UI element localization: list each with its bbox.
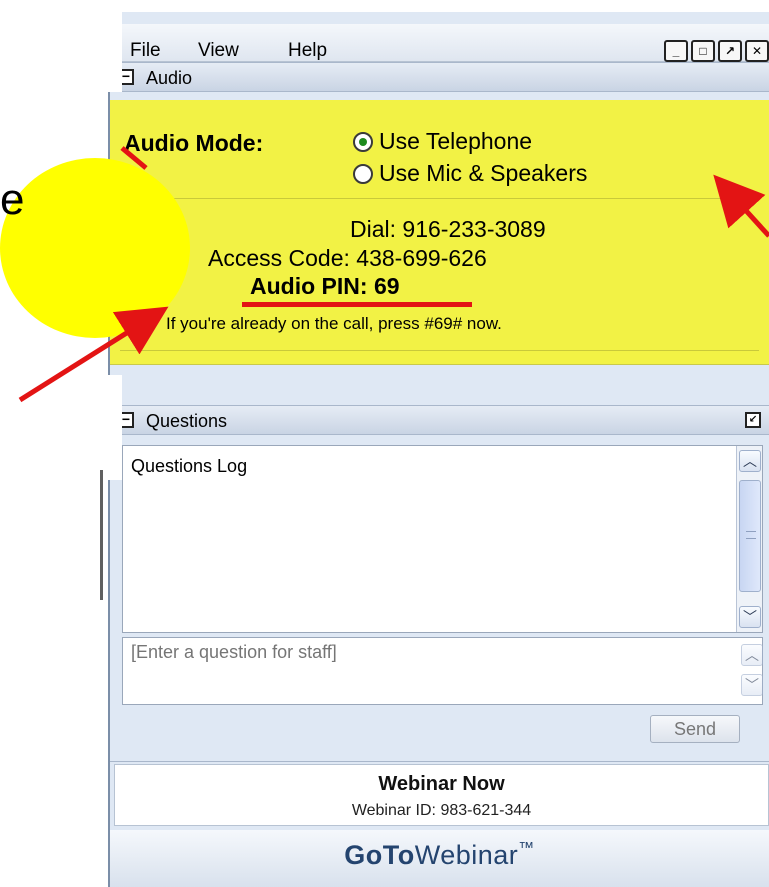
gotowebinar-logo: GoToWebinar™ (110, 830, 769, 887)
questions-bottom-border (110, 752, 769, 762)
thumb-grip-icon (746, 531, 756, 539)
questions-log[interactable]: Questions Log ︿ ﹀ (122, 445, 763, 633)
brand-text: GoToWebinar™ (344, 840, 535, 871)
slide-yellow-circle (0, 158, 190, 338)
menu-help[interactable]: Help (288, 40, 327, 62)
radio-checked-icon[interactable] (353, 131, 373, 152)
minimize-icon[interactable]: _ (664, 40, 688, 62)
webinar-id: Webinar ID: 983-621-344 (351, 802, 532, 819)
radio-mic-label: Use Mic & Speakers (379, 160, 588, 186)
popout-icon[interactable]: ↗ (718, 40, 742, 62)
brand-bold: GoTo (344, 840, 415, 870)
audio-section-title: Audio (146, 68, 193, 88)
maximize-icon[interactable]: □ (691, 40, 715, 62)
input-scroll-down-icon[interactable]: ﹀ (741, 674, 763, 696)
audio-section-header[interactable]: − Audio (110, 62, 769, 92)
access-code-row: Access Code: 438-699-626 (208, 245, 487, 272)
slide-partial-text: e (0, 175, 25, 224)
audio-pin-row: Audio PIN: 69 (250, 273, 400, 300)
slide-white-area-top (0, 12, 122, 92)
scroll-down-icon[interactable]: ﹀ (739, 606, 761, 628)
brand-tm: ™ (518, 840, 535, 857)
questions-section-header[interactable]: − Questions ↙ (110, 405, 769, 435)
input-scroll-up-icon[interactable]: ︿ (741, 644, 763, 666)
already-on-call-note: If you're already on the call, press #69… (166, 314, 502, 333)
pin-underline-annotation (242, 302, 472, 307)
scroll-up-icon[interactable]: ︿ (739, 450, 761, 472)
audio-mode-label: Audio Mode: (124, 130, 264, 156)
scroll-thumb[interactable] (739, 480, 761, 592)
close-icon[interactable]: ✕ (745, 40, 769, 62)
brand-rest: Webinar (414, 840, 519, 870)
input-scrollbar[interactable]: ︿ ﹀ (739, 642, 765, 702)
audio-panel: Audio Mode: Use Telephone Use Mic & Spea… (110, 100, 769, 365)
slide-vertical-line (100, 470, 103, 600)
menu-bar: File View Help _ □ ↗ ✕ (110, 24, 769, 62)
webinar-info: Webinar Now Webinar ID: 983-621-344 (114, 764, 769, 826)
radio-use-mic-speakers[interactable]: Use Mic & Speakers (353, 160, 587, 187)
audio-pin-value: 69 (373, 273, 400, 299)
menu-view[interactable]: View (198, 40, 239, 62)
slide-white-area (0, 375, 122, 480)
access-code-label: Access Code: (208, 245, 350, 271)
webinar-title: Webinar Now (378, 773, 505, 795)
audio-divider (120, 198, 759, 199)
popout-panel-icon[interactable]: ↙ (745, 412, 761, 428)
audio-pin-label: Audio PIN: (250, 273, 368, 299)
dial-row: Dial: 916-233-3089 (350, 216, 546, 243)
menu-file[interactable]: File (130, 40, 161, 62)
window-buttons: _ □ ↗ ✕ (664, 40, 769, 62)
audio-bottom-divider (120, 350, 759, 351)
radio-unchecked-icon[interactable] (353, 163, 373, 184)
access-code-value: 438-699-626 (356, 245, 487, 271)
questions-section-title: Questions (146, 411, 228, 431)
gotowebinar-control-panel: File View Help _ □ ↗ ✕ − Audio Audio Mod… (108, 12, 769, 887)
radio-telephone-label: Use Telephone (379, 128, 533, 154)
send-button[interactable]: Send (650, 715, 740, 743)
log-scrollbar[interactable]: ︿ ﹀ (736, 446, 762, 632)
question-input[interactable] (122, 637, 763, 705)
questions-log-label: Questions Log (131, 456, 248, 476)
dial-value: 916-233-3089 (402, 216, 546, 242)
dial-label: Dial: (350, 216, 397, 242)
radio-use-telephone[interactable]: Use Telephone (353, 128, 532, 155)
